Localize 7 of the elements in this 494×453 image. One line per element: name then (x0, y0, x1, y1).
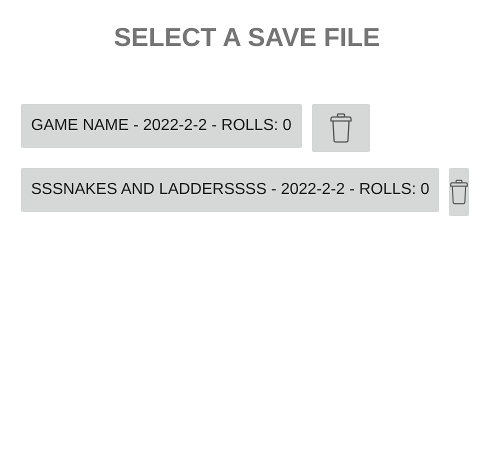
delete-button[interactable] (449, 168, 470, 216)
trash-icon (449, 177, 470, 207)
save-file-button[interactable]: GAME NAME - 2022-2-2 - ROLLS: 0 (21, 104, 302, 148)
delete-button[interactable] (312, 104, 370, 152)
page-title: SELECT A SAVE FILE (112, 21, 382, 54)
save-file-button[interactable]: SSSNAKES AND LADDERSSSS - 2022-2-2 - ROLLS: 0 (21, 168, 440, 212)
trash-icon (328, 113, 353, 143)
